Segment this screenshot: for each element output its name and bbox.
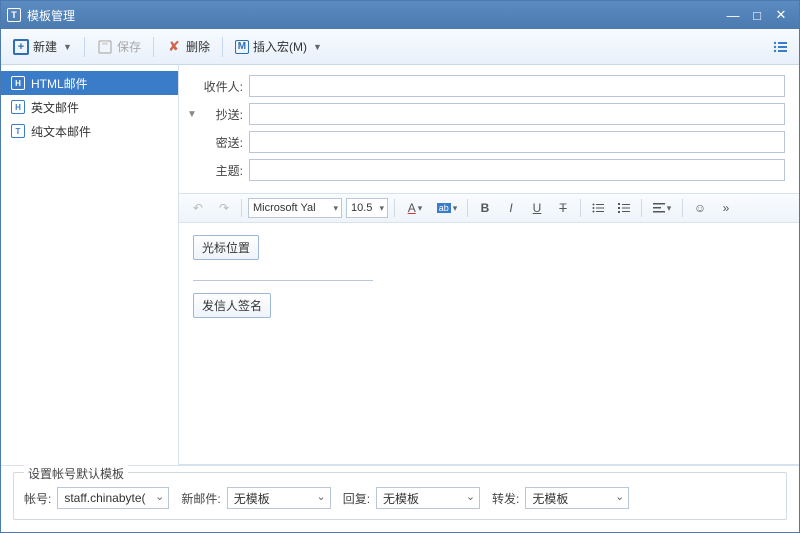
macro-icon: M (235, 40, 249, 54)
toolbar-divider (222, 37, 223, 57)
main-toolbar: + 新建 ▼ 保存 ✘ 删除 M 插入宏(M) ▼ (1, 29, 799, 65)
delete-icon: ✘ (166, 39, 182, 55)
app-icon: T (7, 8, 21, 22)
bcc-input[interactable] (249, 131, 785, 153)
bullet-list-icon (592, 203, 604, 213)
list-view-button[interactable] (767, 34, 793, 60)
body: H HTML邮件 H 英文邮件 T 纯文本邮件 收件人: ▼ (1, 65, 799, 465)
sidebar-item-label: 英文邮件 (31, 99, 79, 116)
bcc-label: 密送: (197, 134, 249, 151)
number-list-button[interactable] (613, 197, 635, 219)
sidebar-item-label: HTML邮件 (31, 75, 88, 92)
subject-input[interactable] (249, 159, 785, 181)
plus-icon: + (13, 39, 29, 55)
new-mail-label: 新邮件: (181, 490, 220, 507)
insert-macro-button[interactable]: M 插入宏(M) ▼ (229, 34, 328, 60)
list-icon (773, 41, 787, 53)
strike-button[interactable]: T (552, 197, 574, 219)
default-template-fieldset: 设置帐号默认模板 帐号: staff.chinabyte( 新邮件: 无模板 回… (13, 472, 787, 520)
font-family-select[interactable]: Microsoft Yal (248, 198, 342, 218)
template-sidebar: H HTML邮件 H 英文邮件 T 纯文本邮件 (1, 65, 179, 465)
font-size-select[interactable]: 10.5 (346, 198, 388, 218)
forward-label: 转发: (492, 490, 519, 507)
sidebar-item-html-mail[interactable]: H HTML邮件 (1, 71, 178, 95)
titlebar: T 模板管理 — □ ✕ (1, 1, 799, 29)
account-select[interactable]: staff.chinabyte( (57, 487, 169, 509)
header-fields: 收件人: ▼ 抄送: 密送: 主题: (179, 65, 799, 193)
editor-toolbar: ↶ ↷ Microsoft Yal 10.5 A▾ ab▾ B I U T (179, 193, 799, 223)
maximize-button[interactable]: □ (745, 8, 769, 23)
reply-select[interactable]: 无模板 (376, 487, 480, 509)
save-button: 保存 (91, 34, 147, 60)
template-manager-window: T 模板管理 — □ ✕ + 新建 ▼ 保存 ✘ 删除 M 插入宏(M) ▼ (0, 0, 800, 533)
underline-button[interactable]: U (526, 197, 548, 219)
align-button[interactable]: ▾ (648, 197, 676, 219)
editor-body[interactable]: 光标位置 发信人签名 (179, 223, 799, 465)
window-title: 模板管理 (27, 7, 721, 24)
font-color-button[interactable]: A▾ (401, 197, 429, 219)
new-button[interactable]: + 新建 ▼ (7, 34, 78, 60)
signature-tag[interactable]: 发信人签名 (193, 293, 271, 318)
account-label: 帐号: (24, 490, 51, 507)
to-label: 收件人: (197, 78, 249, 95)
sidebar-item-english-mail[interactable]: H 英文邮件 (1, 95, 178, 119)
sidebar-item-label: 纯文本邮件 (31, 123, 91, 140)
cc-label: 抄送: (197, 106, 249, 123)
bullet-list-button[interactable] (587, 197, 609, 219)
to-input[interactable] (249, 75, 785, 97)
toolbar-divider (153, 37, 154, 57)
cursor-position-tag[interactable]: 光标位置 (193, 235, 259, 260)
text-icon: T (11, 124, 25, 138)
delete-button[interactable]: ✘ 删除 (160, 34, 216, 60)
redo-button[interactable]: ↷ (213, 197, 235, 219)
subject-label: 主题: (197, 162, 249, 179)
highlight-button[interactable]: ab▾ (433, 197, 461, 219)
new-mail-select[interactable]: 无模板 (227, 487, 331, 509)
align-icon (653, 203, 665, 213)
emoji-button[interactable]: ☺ (689, 197, 711, 219)
delete-button-label: 删除 (186, 38, 210, 55)
save-button-label: 保存 (117, 38, 141, 55)
bold-button[interactable]: B (474, 197, 496, 219)
main-pane: 收件人: ▼ 抄送: 密送: 主题: (179, 65, 799, 465)
html-icon: H (11, 76, 25, 90)
insert-macro-label: 插入宏(M) (253, 38, 307, 55)
chevron-down-icon: ▼ (313, 42, 322, 52)
reply-label: 回复: (343, 490, 370, 507)
divider-line (193, 280, 373, 281)
html-icon: H (11, 100, 25, 114)
cc-collapse-icon[interactable]: ▼ (187, 109, 197, 120)
save-icon (97, 39, 113, 55)
undo-button[interactable]: ↶ (187, 197, 209, 219)
minimize-button[interactable]: — (721, 8, 745, 23)
fieldset-legend: 设置帐号默认模板 (24, 465, 128, 482)
more-button[interactable]: » (715, 197, 737, 219)
new-button-label: 新建 (33, 38, 57, 55)
default-template-panel: 设置帐号默认模板 帐号: staff.chinabyte( 新邮件: 无模板 回… (1, 465, 799, 532)
cc-input[interactable] (249, 103, 785, 125)
sidebar-item-plain-mail[interactable]: T 纯文本邮件 (1, 119, 178, 143)
close-button[interactable]: ✕ (769, 7, 793, 23)
italic-button[interactable]: I (500, 197, 522, 219)
number-list-icon (618, 203, 630, 213)
forward-select[interactable]: 无模板 (525, 487, 629, 509)
chevron-down-icon: ▼ (63, 42, 72, 52)
toolbar-divider (84, 37, 85, 57)
